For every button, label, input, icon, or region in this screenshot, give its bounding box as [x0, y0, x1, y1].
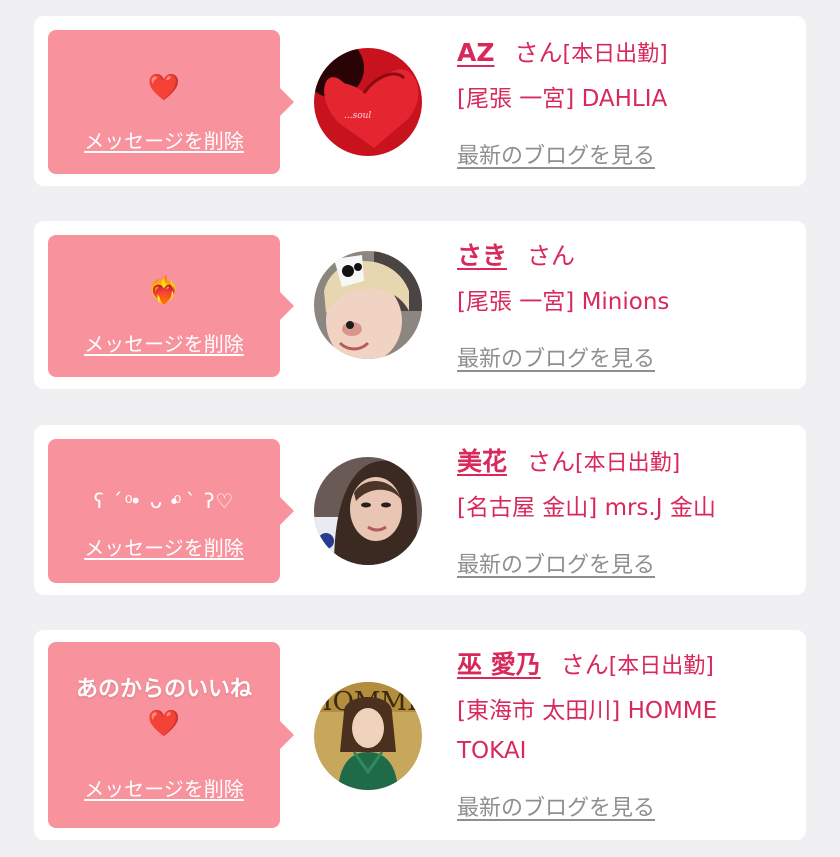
shop-line: [名古屋 金山] mrs.J 金山: [457, 495, 716, 521]
latest-blog-link[interactable]: 最新のブログを見る: [457, 547, 655, 579]
shop-line: [尾張 一宮] Minions: [457, 289, 670, 315]
honorific: さん: [514, 39, 563, 67]
cast-name-link[interactable]: 巫 愛乃: [457, 650, 541, 679]
cast-name-link[interactable]: さき: [457, 241, 507, 270]
shop-line-continued: TOKAI: [457, 738, 527, 764]
red-heart-icon: ❤️: [147, 73, 181, 103]
delete-message-link[interactable]: メッセージを削除: [48, 535, 280, 561]
message-bubble: あのからのいいね ❤️ メッセージを削除: [48, 642, 294, 828]
delete-message-link[interactable]: メッセージを削除: [48, 776, 280, 802]
honorific: さん: [527, 242, 576, 270]
message-card: ʕ ´ ͦ• ᴗ •ͦ ` ʔ♡ メッセージを削除 美花 さん[本日出勤] [名古…: [34, 425, 806, 595]
message-bubble: ʕ ´ ͦ• ᴗ •ͦ ` ʔ♡ メッセージを削除: [48, 439, 294, 583]
svg-text:...soul: ...soul: [344, 111, 371, 121]
cast-name-link[interactable]: 美花: [457, 447, 507, 476]
delete-message-link[interactable]: メッセージを削除: [48, 331, 280, 357]
message-card: ❤️‍🔥 メッセージを削除 さき さん [尾張 一宮] Minions 最新のブロ…: [34, 221, 806, 389]
work-status: [本日出勤]: [575, 451, 681, 476]
name-line: さき さん: [457, 239, 796, 275]
message-text: あのからのいいね: [75, 677, 252, 702]
message-card: あのからのいいね ❤️ メッセージを削除 HOMME 巫 愛乃さん[本日出勤] …: [34, 630, 806, 840]
message-bubble: ❤️ メッセージを削除: [48, 30, 294, 174]
kaomoji-message: ʕ ´ ͦ• ᴗ •ͦ ` ʔ♡: [93, 489, 235, 513]
shop-line: [尾張 一宮] DAHLIA: [457, 86, 668, 112]
name-line: AZ さん[本日出勤]: [457, 36, 796, 72]
honorific: さん: [560, 651, 609, 679]
latest-blog-link[interactable]: 最新のブログを見る: [457, 138, 655, 170]
avatar[interactable]: HOMME: [314, 682, 422, 790]
name-line: 巫 愛乃 さん[本日出勤]: [457, 648, 796, 684]
name-line: 美花 さん[本日出勤]: [457, 445, 796, 481]
latest-blog-link[interactable]: 最新のブログを見る: [457, 790, 655, 822]
cast-name-link[interactable]: AZ: [457, 38, 494, 67]
avatar[interactable]: [314, 251, 422, 359]
latest-blog-link[interactable]: 最新のブログを見る: [457, 341, 655, 373]
avatar[interactable]: ...soul: [314, 48, 422, 156]
work-status: [本日出勤]: [608, 654, 714, 679]
shop-line: [東海市 太田川] HOMME: [457, 698, 718, 724]
red-heart-icon: ❤️: [147, 709, 181, 739]
avatar[interactable]: [314, 457, 422, 565]
work-status: [本日出勤]: [562, 42, 668, 67]
honorific: さん: [527, 448, 576, 476]
heart-on-fire-icon: ❤️‍🔥: [147, 276, 181, 306]
message-bubble: ❤️‍🔥 メッセージを削除: [48, 235, 294, 377]
message-card: ❤️ メッセージを削除 ...soul AZ さん[本日出勤] [尾張 一宮] D…: [34, 16, 806, 186]
delete-message-link[interactable]: メッセージを削除: [48, 128, 280, 154]
